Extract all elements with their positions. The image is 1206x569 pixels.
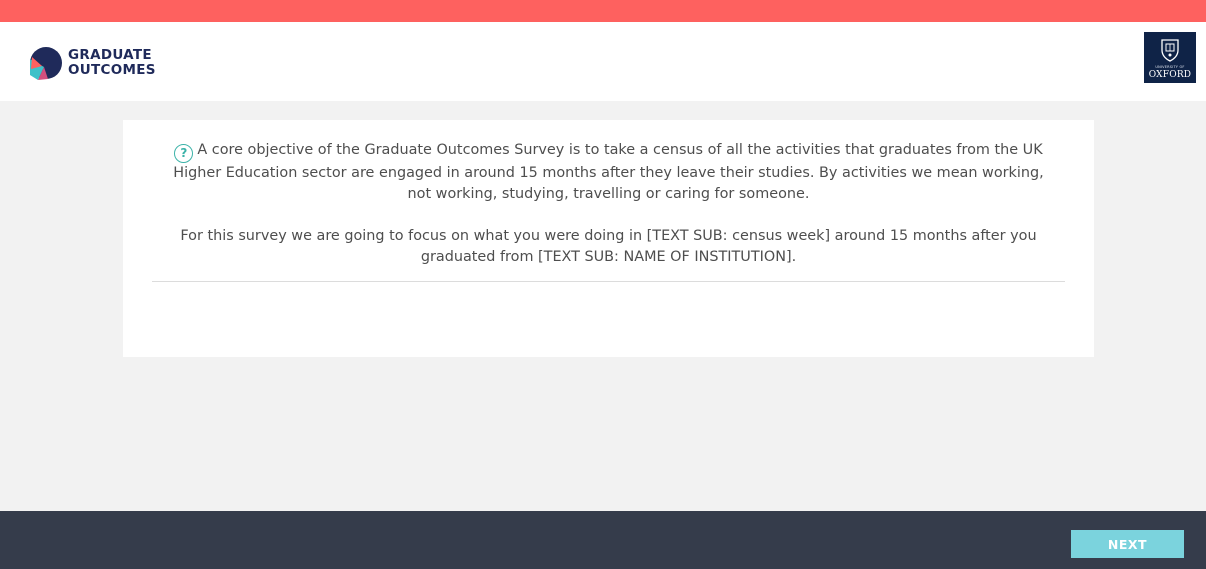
footer-bar: NEXT — [0, 511, 1206, 569]
header: GRADUATE OUTCOMES UNIVERSITY OF OXFORD — [0, 22, 1206, 101]
logo-line-1: GRADUATE — [68, 47, 152, 63]
question-card: ? A core objective of the Graduate Outcom… — [123, 120, 1094, 357]
card-divider — [152, 281, 1065, 282]
question-paragraph-1: ? A core objective of the Graduate Outcom… — [173, 140, 1044, 205]
top-accent-bar — [0, 0, 1206, 22]
graduate-outcomes-logo: GRADUATE OUTCOMES — [28, 45, 156, 81]
question-text: ? A core objective of the Graduate Outcom… — [123, 140, 1094, 268]
logo-line-2: OUTCOMES — [68, 62, 156, 78]
university-of-label: UNIVERSITY OF — [1155, 65, 1185, 69]
question-paragraph-2: For this survey we are going to focus on… — [180, 227, 1037, 265]
oxford-label: OXFORD — [1148, 70, 1192, 80]
graduate-outcomes-logo-icon — [30, 47, 62, 80]
paragraph-1-text: A core objective of the Graduate Outcome… — [173, 142, 1044, 202]
next-button[interactable]: NEXT — [1071, 530, 1184, 558]
oxford-crest-icon — [1161, 39, 1179, 62]
university-of-oxford-logo: UNIVERSITY OF OXFORD — [1144, 32, 1196, 83]
graduate-outcomes-wordmark: GRADUATE OUTCOMES — [68, 48, 156, 78]
help-question-icon[interactable]: ? — [174, 143, 194, 163]
